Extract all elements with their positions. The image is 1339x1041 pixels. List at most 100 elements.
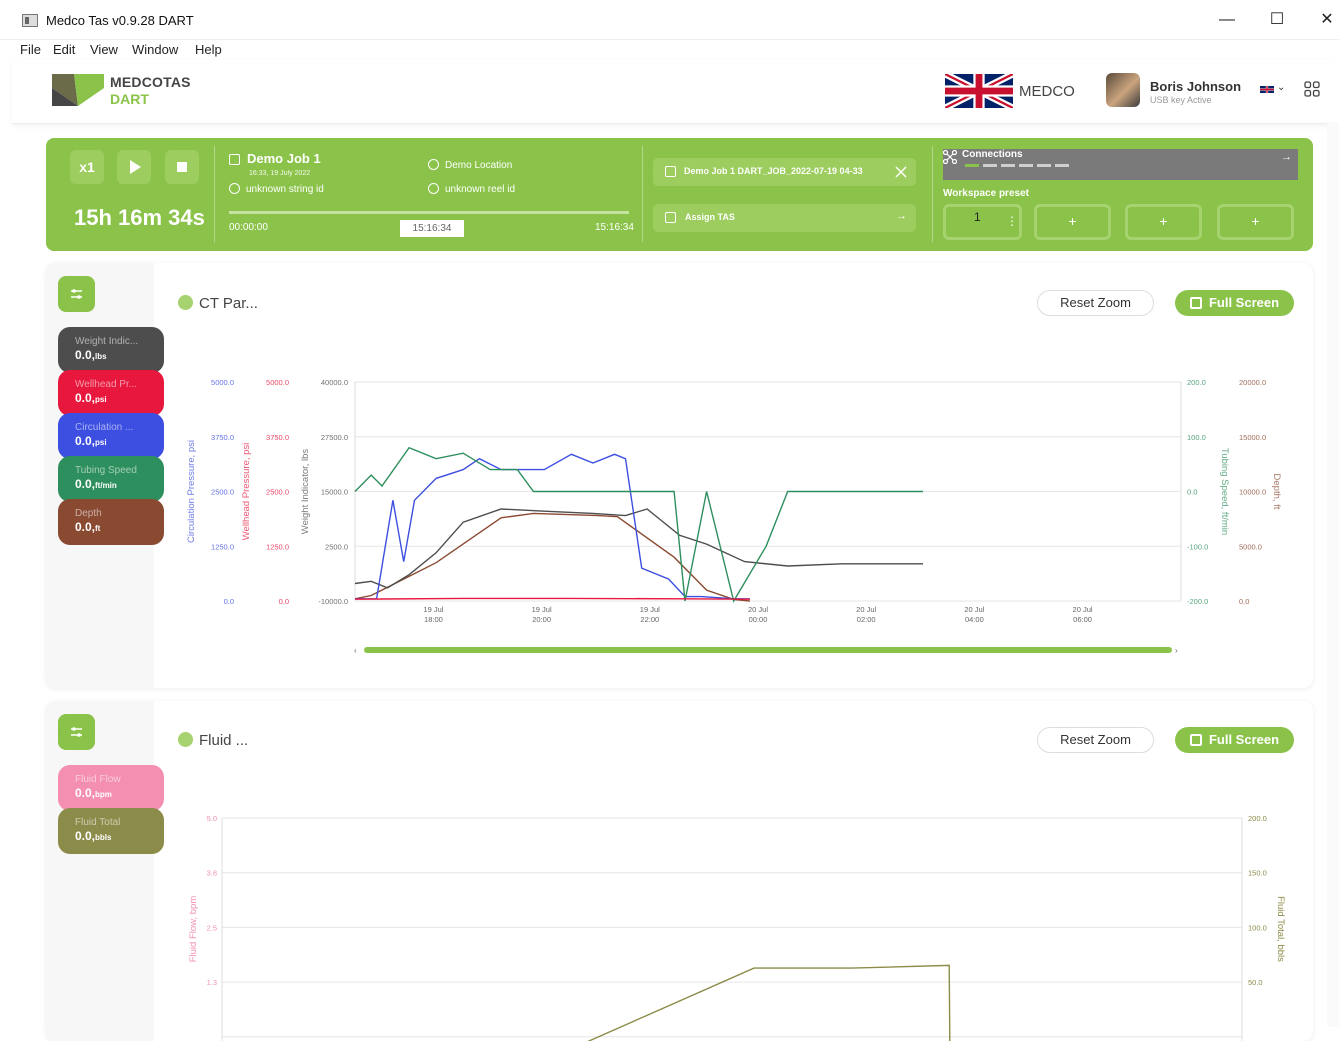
connections-label: Connections: [962, 149, 1023, 160]
axis-tick-label: 0.0: [1187, 488, 1197, 497]
menu-window[interactable]: Window: [132, 42, 178, 57]
axis-tick-label: 1.3: [207, 978, 217, 987]
axis-tick-label: -200.0: [1187, 597, 1208, 606]
x-tick-label: 04:00: [965, 615, 984, 624]
axis-tick-label: 5.0: [207, 814, 217, 823]
fluid-chart[interactable]: 5.03.82.51.3200.0150.0100.050.0Fluid Flo…: [46, 701, 1313, 1041]
series-line-fluid-total: [587, 964, 951, 1041]
menu-edit[interactable]: Edit: [53, 42, 75, 57]
workspace-add-1[interactable]: +: [1034, 204, 1111, 240]
x-tick-label: 19 Jul: [532, 605, 552, 614]
arrow-right-icon: →: [1281, 151, 1292, 163]
axis-tick-label: 2500.0: [211, 488, 234, 497]
axis-tick-label: 1250.0: [266, 542, 289, 551]
stop-button[interactable]: [165, 150, 199, 184]
speed-button[interactable]: x1: [70, 150, 104, 184]
close-icon[interactable]: [895, 166, 907, 178]
apps-grid-icon[interactable]: [1304, 81, 1320, 97]
connections-bar[interactable]: Connections →: [943, 149, 1298, 180]
connection-indicator: [1055, 164, 1069, 167]
maximize-button[interactable]: ☐: [1262, 9, 1292, 31]
divider: [214, 146, 215, 242]
job-location: Demo Location: [428, 159, 512, 171]
connection-indicator: [1001, 164, 1015, 167]
assign-tas-button[interactable]: Assign TAS →: [653, 204, 916, 232]
workspace-label: Workspace preset: [943, 188, 1029, 199]
menu-view[interactable]: View: [90, 42, 118, 57]
zoom-scrollbar: [364, 647, 1172, 653]
scroll-right-icon: ›: [1175, 646, 1178, 655]
play-button[interactable]: [117, 150, 151, 184]
axis-tick-label: 100.0: [1248, 923, 1267, 932]
x-tick-label: 22:00: [640, 615, 659, 624]
reel-icon: [428, 183, 439, 194]
axis-tick-label: 2500.0: [325, 542, 348, 551]
language-flag-icon[interactable]: [1260, 85, 1274, 94]
time-start: 00:00:00: [229, 222, 268, 233]
connection-indicator: [965, 164, 979, 167]
window-titlebar: Medco Tas v0.9.28 DART — ☐ ✕: [0, 0, 1339, 40]
ct-parameters-chart[interactable]: 0.0 1250.0 2500.0 3750.0 5000.0 Circulation P…: [46, 263, 1313, 688]
workspace-preset-selected[interactable]: 1 ⋮: [943, 204, 1022, 240]
avatar[interactable]: [1106, 73, 1140, 107]
company-name: MEDCO: [1019, 83, 1075, 100]
axis-label: Weight Indicator, lbs: [300, 449, 311, 535]
series-line-tubing-speed: [354, 446, 923, 603]
x-tick-label: 19 Jul: [423, 605, 443, 614]
menu-file[interactable]: File: [20, 42, 41, 57]
connection-indicator: [1019, 164, 1033, 167]
window-edge: [1327, 122, 1339, 1027]
location-label: Demo Location: [445, 160, 513, 171]
workspace-add-2[interactable]: +: [1125, 204, 1202, 240]
location-icon: [428, 159, 439, 170]
axis-tick-label: 2.5: [207, 923, 217, 932]
axis-tick-label: 0.0: [224, 597, 234, 606]
axis-tick-label: 150.0: [1248, 869, 1267, 878]
axis-tick-label: 200.0: [1248, 814, 1267, 823]
user-name[interactable]: Boris Johnson: [1150, 79, 1241, 94]
axis-label: Fluid Total, bbls: [1275, 896, 1286, 962]
axis-label: Depth, ft: [1271, 474, 1282, 510]
job-datetime: 16:33, 19 July 2022: [249, 170, 311, 177]
string-icon: [229, 183, 240, 194]
uk-flag-icon: [945, 74, 1013, 108]
time-current[interactable]: 15:16:34: [400, 220, 464, 237]
reel-id: unknown reel id: [428, 183, 515, 195]
close-window-button[interactable]: ✕: [1312, 9, 1339, 31]
axis-tick-label: 3.8: [207, 869, 217, 878]
axis-tick-label: 3750.0: [266, 433, 289, 442]
connection-indicator: [983, 164, 997, 167]
x-tick-label: 20 Jul: [856, 605, 876, 614]
minimize-button[interactable]: —: [1212, 9, 1242, 31]
menu-help[interactable]: Help: [195, 42, 222, 57]
playback-progress-fill: [229, 211, 629, 214]
save-icon: [229, 154, 240, 165]
workspace-number: 1: [974, 210, 981, 224]
job-control-bar: x1 15h 16m 34s Demo Job 1 16:33, 19 July…: [46, 138, 1313, 251]
axis-tick-label: 5000.0: [266, 378, 289, 387]
scroll-left-icon: ‹: [354, 646, 357, 655]
axis-label: Wellhead Pressure, psi: [241, 443, 252, 541]
x-tick-label: 20 Jul: [964, 605, 984, 614]
more-vertical-icon[interactable]: ⋮: [1006, 207, 1018, 236]
x-tick-label: 18:00: [424, 615, 443, 624]
chevron-down-icon[interactable]: ⌄: [1277, 82, 1285, 93]
play-icon: [130, 160, 141, 174]
connections-icon: [943, 150, 957, 164]
workspace-add-3[interactable]: +: [1217, 204, 1294, 240]
axis-tick-label: 5000.0: [1239, 542, 1262, 551]
axis-tick-label: 0.0: [279, 597, 289, 606]
axis-tick-label: 40000.0: [321, 378, 348, 387]
fluid-panel: Fluid Flow 0.0,bpm Fluid Total 0.0,bbls Flu…: [46, 701, 1313, 1041]
file-selector[interactable]: Demo Job 1 DART_JOB_2022-07-19 04-33: [653, 158, 916, 186]
series-line-circulation-pressure: [355, 453, 750, 600]
axis-tick-label: 10000.0: [1239, 488, 1266, 497]
axis-tick-label: 2500.0: [266, 488, 289, 497]
playback-progress[interactable]: [229, 211, 629, 214]
logo-subtext: DART: [110, 91, 149, 107]
axis-tick-label: 15000.0: [1239, 433, 1266, 442]
job-name[interactable]: Demo Job 1: [229, 151, 321, 166]
assign-label: Assign TAS: [685, 212, 735, 222]
app-header: MEDCOTAS DART MEDCO Boris Johnson USB ke…: [12, 60, 1339, 124]
x-tick-label: 19 Jul: [640, 605, 660, 614]
